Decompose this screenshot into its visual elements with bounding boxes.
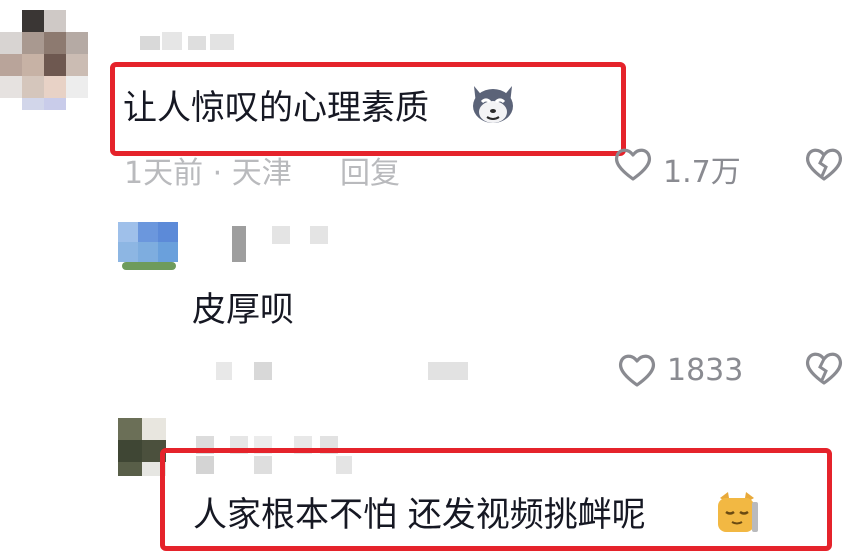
reply-button[interactable]: 回复 <box>340 148 400 192</box>
user-avatar[interactable] <box>118 418 166 476</box>
heart-outline-icon[interactable] <box>617 352 657 388</box>
username[interactable] <box>232 222 332 264</box>
like-count: 1833 <box>667 353 744 388</box>
broken-heart-icon[interactable] <box>804 350 844 386</box>
comment-text: 人家根本不怕 还发视频挑衅呢 <box>193 495 646 535</box>
broken-heart-icon[interactable] <box>804 146 844 182</box>
husky-emoji-icon <box>473 86 513 123</box>
comment-text: 让人惊叹的心理素质 <box>123 88 429 128</box>
cat-emoji-icon <box>718 492 758 532</box>
user-avatar[interactable] <box>118 222 180 272</box>
comment-meta: 1天前 · 天津 <box>124 156 292 191</box>
like-count: 1.7万 <box>663 155 741 190</box>
username[interactable] <box>140 32 240 54</box>
comment-meta-obscured <box>216 362 468 380</box>
comment-text: 皮厚呗 <box>192 290 294 330</box>
heart-outline-icon[interactable] <box>613 146 653 182</box>
user-avatar[interactable] <box>0 10 100 110</box>
